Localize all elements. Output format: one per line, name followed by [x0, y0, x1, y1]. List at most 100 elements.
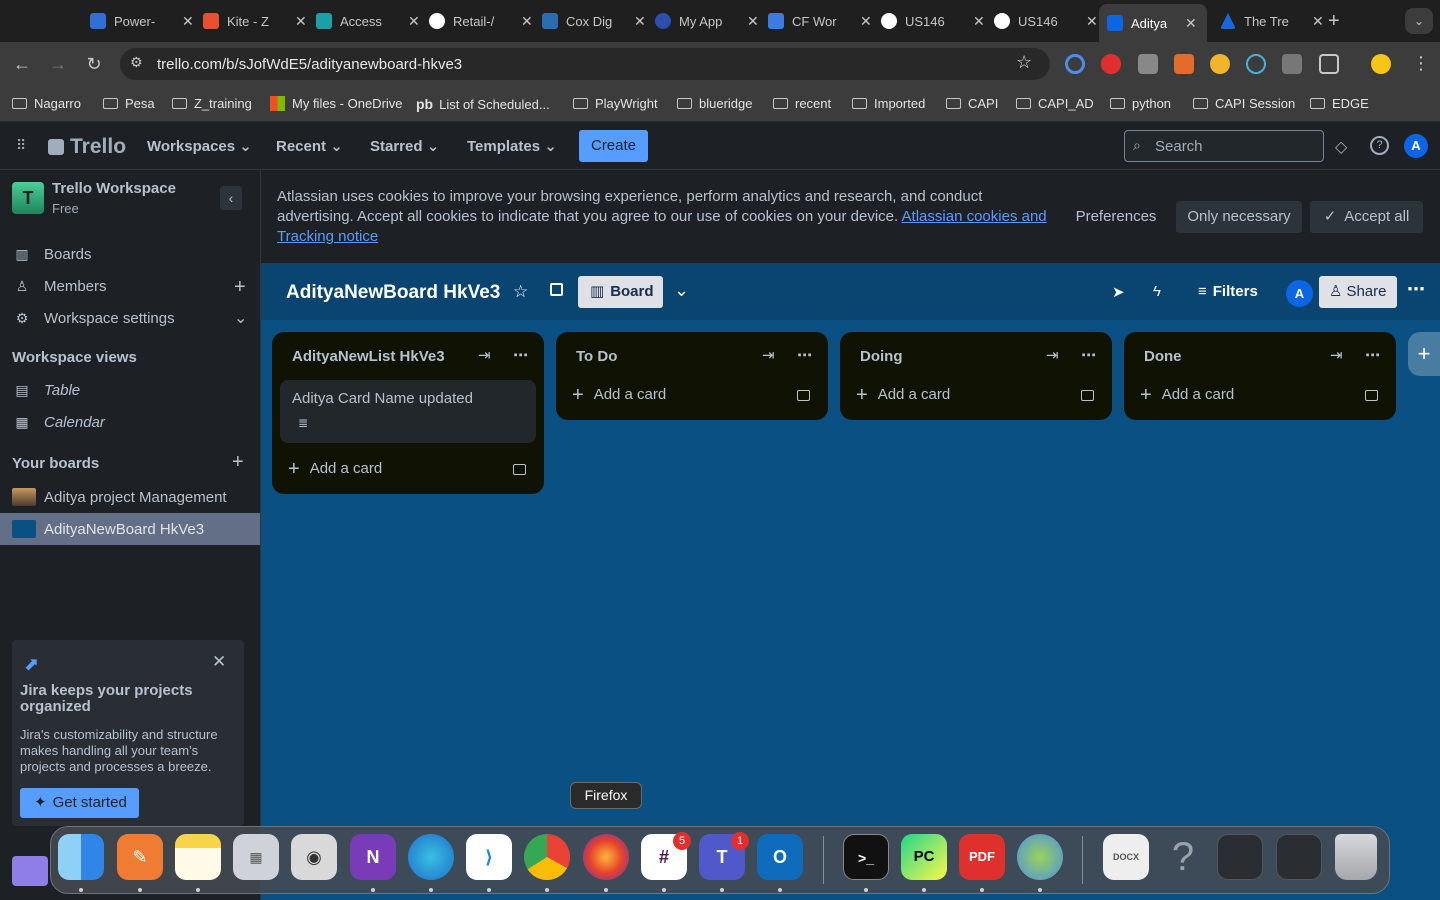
bookmark-link[interactable]: My files - OneDrive	[270, 96, 403, 111]
browser-menu-icon[interactable]: ⋮	[1412, 53, 1430, 74]
card[interactable]: Aditya Card Name updated ≣	[280, 380, 536, 443]
nav-starred[interactable]: Starred ⌄	[370, 137, 439, 155]
bookmark-star-icon[interactable]: ☆	[1016, 52, 1032, 73]
browser-tab[interactable]: Access ✕	[308, 6, 428, 36]
close-tab-icon[interactable]: ✕	[182, 13, 194, 30]
close-tab-icon[interactable]: ✕	[747, 13, 759, 30]
terminal-icon[interactable]: >_	[843, 834, 889, 880]
add-card-button[interactable]: + Add a card	[288, 459, 382, 479]
bookmark-folder[interactable]: python	[1110, 96, 1171, 111]
list-title[interactable]: Doing	[860, 348, 903, 365]
close-tab-icon[interactable]: ✕	[1185, 15, 1197, 32]
screenshot-icon[interactable]: ◉	[291, 834, 337, 880]
add-card-button[interactable]: + Add a card	[856, 385, 950, 405]
address-bar[interactable]: ⚙ trello.com/b/sJofWdE5/adityanewboard-h…	[120, 48, 1050, 80]
browser-tab[interactable]: My App ✕	[647, 6, 767, 36]
list-menu-icon[interactable]: ⋯	[1365, 346, 1380, 364]
list-title[interactable]: AdityaNewList HkVe3	[292, 348, 445, 365]
chevron-down-icon[interactable]: ⌄	[674, 280, 689, 301]
extension-icon[interactable]	[1246, 54, 1266, 74]
outlook-icon[interactable]: O	[757, 834, 803, 880]
power-ups-icon[interactable]: ➤	[1112, 283, 1125, 301]
only-necessary-button[interactable]: Only necessary	[1176, 201, 1302, 233]
close-tab-icon[interactable]: ✕	[860, 13, 872, 30]
close-tab-icon[interactable]: ✕	[521, 13, 533, 30]
close-tab-icon[interactable]: ✕	[973, 13, 985, 30]
switcher-widget[interactable]	[12, 856, 48, 886]
bookmark-folder[interactable]: Imported	[852, 96, 925, 111]
bookmark-folder[interactable]: CAPI_AD	[1016, 96, 1094, 111]
user-avatar[interactable]: A	[1404, 134, 1428, 158]
close-tab-icon[interactable]: ✕	[634, 13, 646, 30]
adblock-icon[interactable]	[1101, 54, 1121, 74]
pycharm-icon[interactable]: PC	[901, 834, 947, 880]
sidebar-item-members[interactable]: ♙ Members	[12, 278, 107, 295]
share-button[interactable]: ♙ Share	[1319, 276, 1397, 308]
finder-icon[interactable]	[58, 834, 104, 880]
close-tab-icon[interactable]: ✕	[1312, 13, 1324, 30]
browser-tab[interactable]: The Tre ✕	[1212, 6, 1332, 36]
new-tab-icon[interactable]: +	[1328, 10, 1340, 33]
search-input[interactable]: ⌕ Search	[1124, 130, 1324, 162]
collapse-list-icon[interactable]: ⇥	[1046, 346, 1059, 364]
add-list-button[interactable]: +	[1408, 332, 1440, 376]
browser-tab[interactable]: CF Wor ✕	[760, 6, 880, 36]
list-menu-icon[interactable]: ⋯	[513, 346, 528, 364]
browser-tab-active[interactable]: Aditya ✕	[1099, 4, 1207, 42]
back-icon[interactable]: ←	[10, 52, 34, 76]
list-title[interactable]: To Do	[576, 348, 617, 365]
bookmark-folder[interactable]: PlayWright	[573, 96, 658, 111]
nav-templates[interactable]: Templates ⌄	[467, 137, 557, 155]
add-board-icon[interactable]: +	[232, 451, 244, 474]
onenote-icon[interactable]: N	[350, 834, 396, 880]
close-icon[interactable]: ✕	[212, 652, 226, 672]
profile-icon[interactable]	[1371, 54, 1391, 74]
extension-r-icon[interactable]	[1138, 54, 1158, 74]
accept-all-button[interactable]: ✓ Accept all	[1310, 201, 1423, 233]
collapse-sidebar-icon[interactable]: ‹	[220, 186, 242, 210]
bookmark-folder[interactable]: blueridge	[677, 96, 753, 111]
list-menu-icon[interactable]: ⋯	[797, 346, 812, 364]
bookmark-folder[interactable]: Z_training	[172, 96, 252, 111]
add-card-button[interactable]: + Add a card	[572, 385, 666, 405]
window-icon[interactable]	[1276, 834, 1322, 880]
firefox-icon[interactable]	[583, 834, 629, 880]
sidebar-item-table[interactable]: ▤ Table	[12, 382, 80, 399]
board-title[interactable]: AdityaNewBoard HkVe3	[286, 282, 500, 304]
star-icon[interactable]: ☆	[513, 282, 528, 302]
window-icon[interactable]	[1217, 834, 1263, 880]
collapse-list-icon[interactable]: ⇥	[762, 346, 775, 364]
bookmark-folder[interactable]: EDGE	[1310, 96, 1369, 111]
close-tab-icon[interactable]: ✕	[1086, 13, 1098, 30]
close-tab-icon[interactable]: ✕	[295, 13, 307, 30]
chrome-icon[interactable]	[524, 834, 570, 880]
browser-tab[interactable]: Cox Dig ✕	[534, 6, 654, 36]
sidebar-item-calendar[interactable]: ▦ Calendar	[12, 414, 105, 431]
extension-icon[interactable]	[1210, 54, 1230, 74]
launchpad-icon[interactable]: ▦	[233, 834, 279, 880]
app-switcher-icon[interactable]: ⠿	[16, 137, 27, 154]
card-template-icon[interactable]	[1081, 390, 1094, 401]
add-member-icon[interactable]: +	[234, 276, 246, 299]
card-template-icon[interactable]	[1365, 390, 1378, 401]
bookmark-folder[interactable]: CAPI Session	[1193, 96, 1295, 111]
bookmark-folder[interactable]: Nagarro	[12, 96, 81, 111]
board-menu-icon[interactable]: ⋯	[1407, 279, 1425, 300]
notifications-icon[interactable]: ◇	[1335, 137, 1347, 157]
notes-icon[interactable]	[175, 834, 221, 880]
sidebar-item-workspace-settings[interactable]: ⚙ Workspace settings	[12, 310, 175, 327]
network-icon[interactable]	[1017, 834, 1063, 880]
help-icon[interactable]: ?	[1160, 834, 1206, 880]
chevron-down-icon[interactable]: ⌄	[234, 308, 247, 328]
sidebar-item-boards[interactable]: ▥ Boards	[12, 246, 91, 263]
board-member-avatar[interactable]: A	[1286, 280, 1313, 307]
bookmark-link[interactable]: pb List of Scheduled...	[416, 96, 550, 112]
pages-icon[interactable]: ✎	[117, 834, 163, 880]
filters-button[interactable]: ≡ Filters	[1198, 283, 1258, 300]
nav-workspaces[interactable]: Workspaces ⌄	[147, 137, 252, 155]
browser-tab[interactable]: Retail-/✕	[421, 6, 541, 36]
browser-tab[interactable]: US146 ✕	[873, 6, 993, 36]
create-button[interactable]: Create	[579, 130, 648, 162]
list-title[interactable]: Done	[1144, 348, 1182, 365]
reload-icon[interactable]: ↻	[82, 52, 106, 76]
